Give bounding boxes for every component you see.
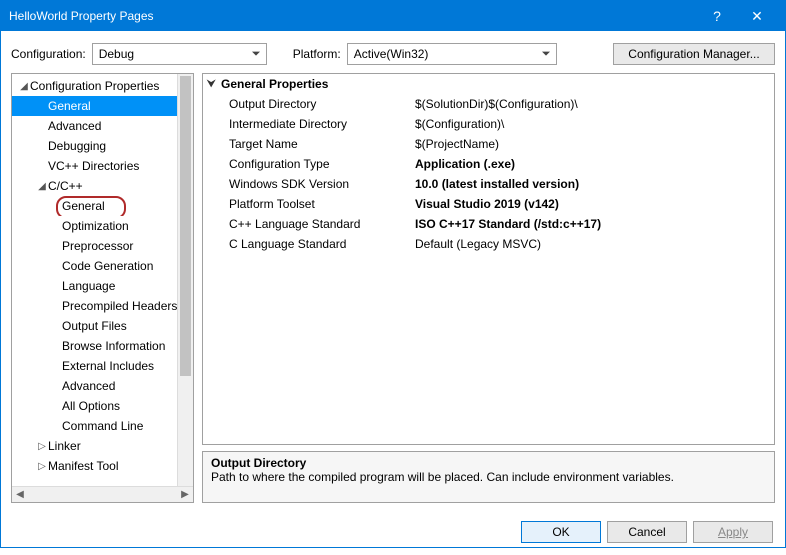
property-name: Platform Toolset <box>203 197 409 211</box>
property-row[interactable]: C++ Language StandardISO C++17 Standard … <box>203 214 774 234</box>
ok-button[interactable]: OK <box>521 521 601 543</box>
tree-item-cpp-advanced[interactable]: Advanced <box>12 376 193 396</box>
property-value[interactable]: $(ProjectName) <box>409 137 774 151</box>
property-row[interactable]: Windows SDK Version10.0 (latest installe… <box>203 174 774 194</box>
property-name: Configuration Type <box>203 157 409 171</box>
property-value[interactable]: $(SolutionDir)$(Configuration)\ <box>409 97 774 111</box>
property-name: C Language Standard <box>203 237 409 251</box>
tree-hscrollbar[interactable]: ◀ ▶ <box>12 486 193 502</box>
properties-header[interactable]: ⮟ General Properties <box>203 74 774 94</box>
property-value[interactable]: Visual Studio 2019 (v142) <box>409 197 774 211</box>
tree-item-debugging[interactable]: Debugging <box>12 136 193 156</box>
tree-item-cpp-preprocessor[interactable]: Preprocessor <box>12 236 193 256</box>
tree-item-advanced[interactable]: Advanced <box>12 116 193 136</box>
collapse-icon[interactable]: ⮟ <box>207 79 221 90</box>
collapse-icon[interactable]: ◢ <box>18 81 30 92</box>
property-value[interactable]: $(Configuration)\ <box>409 117 774 131</box>
property-name: Intermediate Directory <box>203 117 409 131</box>
property-name: Windows SDK Version <box>203 177 409 191</box>
expand-icon[interactable]: ▷ <box>36 441 48 452</box>
tree-item-cpp-output[interactable]: Output Files <box>12 316 193 336</box>
cancel-button[interactable]: Cancel <box>607 521 687 543</box>
tree-vscrollbar[interactable] <box>177 74 193 486</box>
config-manager-button[interactable]: Configuration Manager... <box>613 43 775 65</box>
tree-item-vcdirs[interactable]: VC++ Directories <box>12 156 193 176</box>
dialog-footer: OK Cancel Apply <box>1 513 785 555</box>
tree-item-cpp-optimization[interactable]: Optimization <box>12 216 193 236</box>
tree-item-cpp-browse[interactable]: Browse Information <box>12 336 193 356</box>
close-icon[interactable]: ✕ <box>737 1 777 31</box>
property-value[interactable]: 10.0 (latest installed version) <box>409 177 774 191</box>
property-name: Target Name <box>203 137 409 151</box>
tree-item-linker[interactable]: ▷Linker <box>12 436 193 456</box>
platform-select[interactable]: Active(Win32) <box>347 43 557 65</box>
tree-root[interactable]: ◢Configuration Properties <box>12 76 193 96</box>
platform-label: Platform: <box>293 47 341 61</box>
property-value[interactable]: Application (.exe) <box>409 157 774 171</box>
config-select[interactable]: Debug <box>92 43 267 65</box>
tree-item-cpp-codegen[interactable]: Code Generation <box>12 256 193 276</box>
property-name: Output Directory <box>203 97 409 111</box>
tree-item-cpp-external[interactable]: External Includes <box>12 356 193 376</box>
apply-button[interactable]: Apply <box>693 521 773 543</box>
tree-item-manifest[interactable]: ▷Manifest Tool <box>12 456 193 476</box>
scroll-right-icon[interactable]: ▶ <box>177 487 193 502</box>
window-title: HelloWorld Property Pages <box>9 9 697 23</box>
help-icon[interactable]: ? <box>697 1 737 31</box>
expand-icon[interactable]: ▷ <box>36 461 48 472</box>
titlebar: HelloWorld Property Pages ? ✕ <box>1 1 785 31</box>
tree-item-cpp-general[interactable]: General <box>12 196 193 216</box>
property-value[interactable]: ISO C++17 Standard (/std:c++17) <box>409 217 774 231</box>
scroll-left-icon[interactable]: ◀ <box>12 487 28 502</box>
help-panel: Output Directory Path to where the compi… <box>202 451 775 503</box>
properties-grid: ⮟ General Properties Output Directory$(S… <box>202 73 775 445</box>
property-row[interactable]: Output Directory$(SolutionDir)$(Configur… <box>203 94 774 114</box>
property-value[interactable]: Default (Legacy MSVC) <box>409 237 774 251</box>
tree-item-cpp-cmdline[interactable]: Command Line <box>12 416 193 436</box>
property-row[interactable]: Target Name$(ProjectName) <box>203 134 774 154</box>
property-row[interactable]: Platform ToolsetVisual Studio 2019 (v142… <box>203 194 774 214</box>
tree-item-cpp-pch[interactable]: Precompiled Headers <box>12 296 193 316</box>
tree[interactable]: ◢Configuration Properties General Advanc… <box>12 74 193 486</box>
help-title: Output Directory <box>211 456 766 470</box>
scrollbar-thumb[interactable] <box>180 76 191 376</box>
tree-item-cpp-alloptions[interactable]: All Options <box>12 396 193 416</box>
property-name: C++ Language Standard <box>203 217 409 231</box>
config-row: Configuration: Debug Platform: Active(Wi… <box>1 31 785 73</box>
tree-item-cpp-language[interactable]: Language <box>12 276 193 296</box>
collapse-icon[interactable]: ◢ <box>36 181 48 192</box>
property-row[interactable]: C Language StandardDefault (Legacy MSVC) <box>203 234 774 254</box>
tree-item-general[interactable]: General <box>12 96 193 116</box>
config-label: Configuration: <box>11 47 86 61</box>
property-row[interactable]: Intermediate Directory$(Configuration)\ <box>203 114 774 134</box>
tree-panel: ◢Configuration Properties General Advanc… <box>11 73 194 503</box>
help-text: Path to where the compiled program will … <box>211 470 766 484</box>
tree-item-cpp[interactable]: ◢C/C++ <box>12 176 193 196</box>
property-row[interactable]: Configuration TypeApplication (.exe) <box>203 154 774 174</box>
